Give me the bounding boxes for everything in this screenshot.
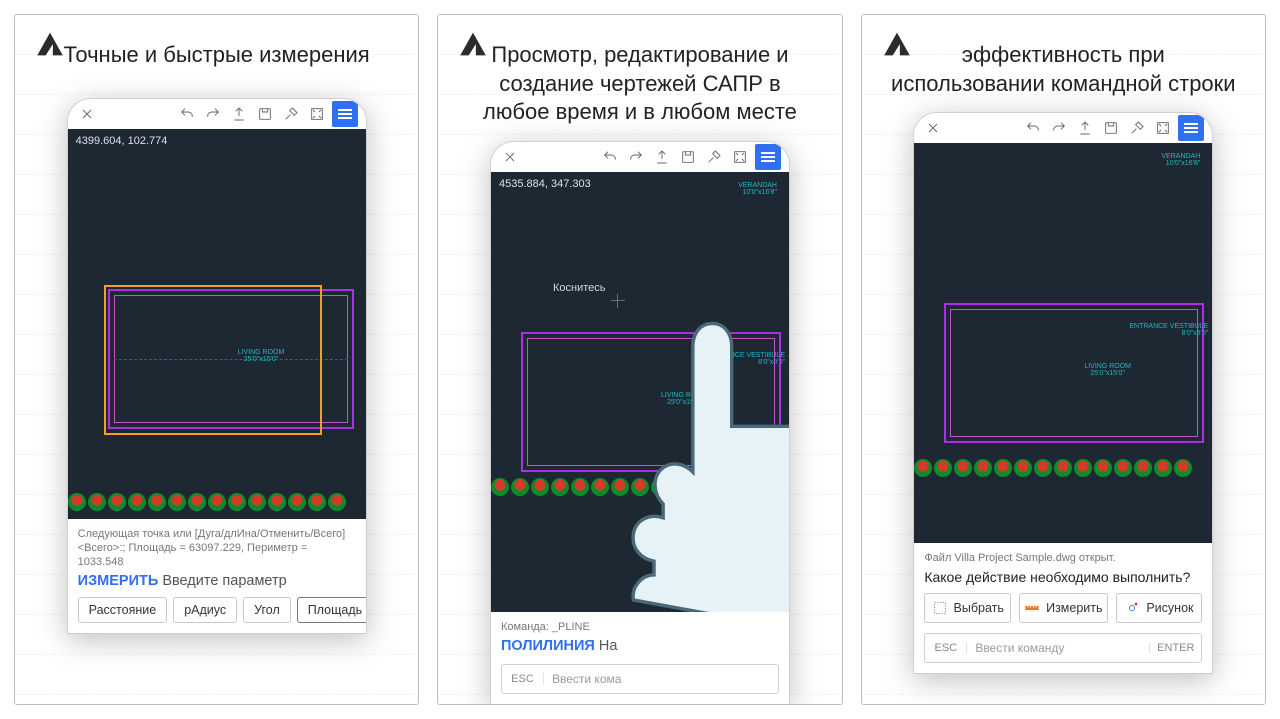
autodesk-logo <box>33 27 67 61</box>
phone-frame: 4399.604, 102.774 LIVING ROOM25'0"x15'0"… <box>67 98 367 635</box>
share-icon[interactable] <box>1074 117 1096 139</box>
cursor-coords: 4399.604, 102.774 <box>76 135 168 147</box>
undo-icon[interactable] <box>176 103 198 125</box>
chip-radius[interactable]: рАдиус <box>173 597 237 623</box>
hint-line: Команда: _PLINE <box>501 620 779 634</box>
cursor-coords: 4535.884, 347.303 <box>499 178 591 190</box>
undo-icon[interactable] <box>599 146 621 168</box>
expand-icon[interactable] <box>729 146 751 168</box>
vegetation-strip <box>914 459 1212 483</box>
ruler-icon <box>1024 600 1040 616</box>
chip-distance[interactable]: Расстояние <box>78 597 168 623</box>
file-hint: Файл Villa Project Sample.dwg открыт. <box>924 551 1202 565</box>
command-panel: Файл Villa Project Sample.dwg открыт. Ка… <box>914 543 1212 673</box>
esc-key[interactable]: ESC <box>925 642 967 654</box>
phone-frame: 4535.884, 347.303 VERANDAH10'0"x16'8" EN… <box>490 141 790 705</box>
touch-hint: Коснитесь <box>553 282 606 294</box>
hint-line-1: Следующая точка или [Дуга/длИна/Отменить… <box>78 527 356 541</box>
measure-button[interactable]: Измерить <box>1019 593 1107 623</box>
vegetation-strip <box>68 493 366 517</box>
redo-icon[interactable] <box>1048 117 1070 139</box>
save-icon[interactable] <box>254 103 276 125</box>
redo-icon[interactable] <box>202 103 224 125</box>
drawing-canvas[interactable]: 4399.604, 102.774 LIVING ROOM25'0"x15'0" <box>68 129 366 519</box>
drawing-canvas[interactable]: VERANDAH10'0"x16'8" ENTRANCE VESTIBULE8'… <box>914 143 1212 543</box>
option-chips: Расстояние рАдиус Угол Площадь <box>78 597 356 623</box>
enter-key[interactable]: ENTER <box>1149 642 1201 654</box>
headline: эффективность при использовании командно… <box>887 41 1240 98</box>
expand-icon[interactable] <box>1152 117 1174 139</box>
autodesk-logo <box>880 27 914 61</box>
menu-button[interactable] <box>1178 115 1204 141</box>
action-buttons: Выбрать Измерить Рисунок <box>924 593 1202 623</box>
draw-icon <box>1124 600 1140 616</box>
command-panel: Команда: _PLINE ПОЛИЛИНИЯ На ESC Ввести … <box>491 612 789 704</box>
redo-icon[interactable] <box>625 146 647 168</box>
expand-icon[interactable] <box>306 103 328 125</box>
close-icon[interactable] <box>922 117 944 139</box>
autodesk-logo <box>456 27 490 61</box>
draw-button[interactable]: Рисунок <box>1116 593 1203 623</box>
tools-icon[interactable] <box>280 103 302 125</box>
screenshot-3: эффективность при использовании командно… <box>861 14 1266 705</box>
tools-icon[interactable] <box>1126 117 1148 139</box>
crosshair-icon <box>611 294 625 308</box>
share-icon[interactable] <box>651 146 673 168</box>
share-icon[interactable] <box>228 103 250 125</box>
command-line: ПОЛИЛИНИЯ На <box>501 638 779 654</box>
menu-button[interactable] <box>332 101 358 127</box>
menu-button[interactable] <box>755 144 781 170</box>
command-input-bar: ESC Ввести команду ENTER <box>924 633 1202 663</box>
save-icon[interactable] <box>677 146 699 168</box>
screenshot-1: Точные и быстрые измерения 4399.604, 102… <box>14 14 419 705</box>
hint-line-2: <Всего>:; Площадь = 63097.229, Периметр … <box>78 541 356 570</box>
chip-angle[interactable]: Угол <box>243 597 291 623</box>
app-toolbar <box>914 113 1212 143</box>
undo-icon[interactable] <box>1022 117 1044 139</box>
select-button[interactable]: Выбрать <box>924 593 1011 623</box>
command-input-bar: ESC Ввести кома <box>501 664 779 694</box>
headline: Просмотр, редактирование и создание черт… <box>464 41 817 127</box>
command-panel: Следующая точка или [Дуга/длИна/Отменить… <box>68 519 366 634</box>
close-icon[interactable] <box>76 103 98 125</box>
chip-area[interactable]: Площадь <box>297 597 367 623</box>
close-icon[interactable] <box>499 146 521 168</box>
command-input[interactable]: Ввести команду <box>967 641 1149 655</box>
save-icon[interactable] <box>1100 117 1122 139</box>
vegetation-strip <box>491 478 789 502</box>
screenshot-2: Просмотр, редактирование и создание черт… <box>437 14 842 705</box>
select-icon <box>932 600 948 616</box>
tools-icon[interactable] <box>703 146 725 168</box>
prompt-question: Какое действие необходимо выполнить? <box>924 569 1202 585</box>
drawing-canvas[interactable]: 4535.884, 347.303 VERANDAH10'0"x16'8" EN… <box>491 172 789 612</box>
headline: Точные и быстрые измерения <box>64 41 370 70</box>
app-toolbar <box>68 99 366 129</box>
phone-frame: VERANDAH10'0"x16'8" ENTRANCE VESTIBULE8'… <box>913 112 1213 674</box>
command-line: ИЗМЕРИТЬ Введите параметр <box>78 573 356 589</box>
app-toolbar <box>491 142 789 172</box>
esc-key[interactable]: ESC <box>502 673 544 685</box>
command-input[interactable]: Ввести кома <box>544 672 778 686</box>
